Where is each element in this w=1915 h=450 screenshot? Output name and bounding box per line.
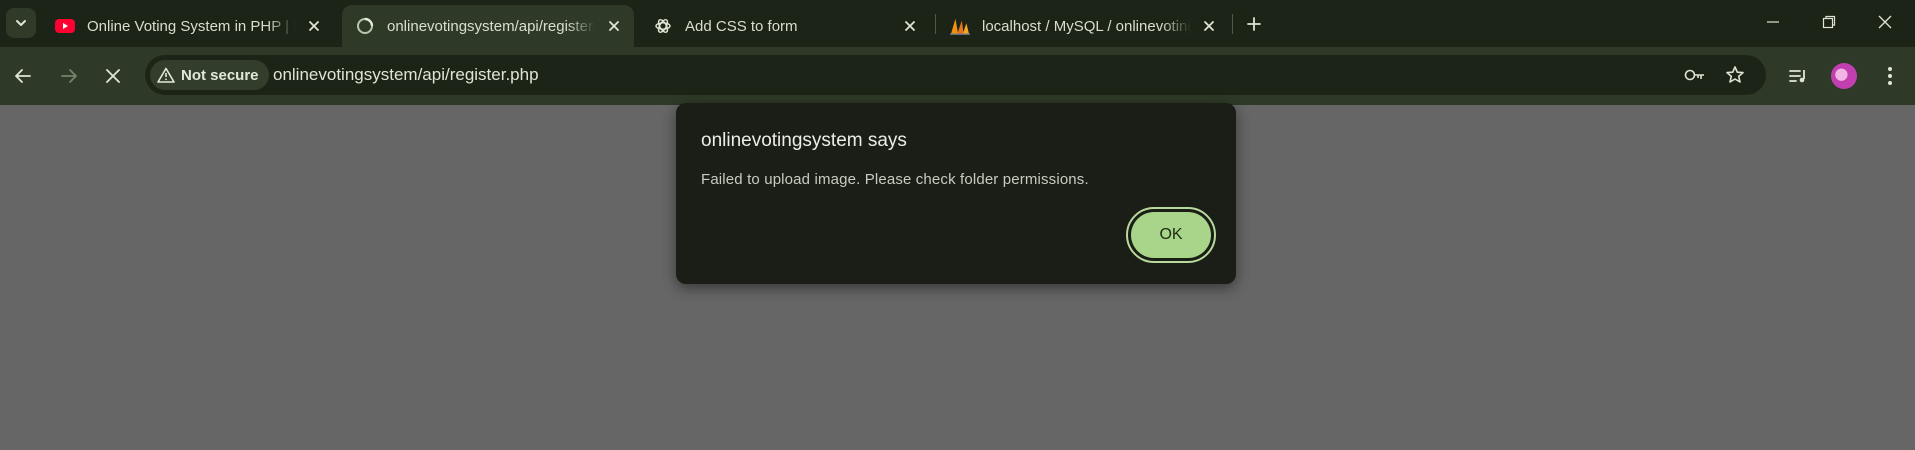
ok-button-focus-ring: OK bbox=[1126, 207, 1216, 263]
close-icon bbox=[106, 69, 120, 83]
restore-button[interactable] bbox=[1801, 0, 1857, 44]
menu-button[interactable] bbox=[1873, 59, 1907, 93]
bookmark-button[interactable] bbox=[1721, 61, 1749, 89]
tab-search-button[interactable] bbox=[6, 8, 36, 38]
more-vert-icon bbox=[1888, 67, 1892, 85]
close-icon bbox=[609, 21, 619, 31]
tab-title: onlinevotingsystem/api/register.php bbox=[387, 17, 596, 35]
chevron-down-icon bbox=[16, 20, 26, 26]
forward-button[interactable] bbox=[52, 59, 86, 93]
minimize-button[interactable] bbox=[1745, 0, 1801, 44]
reading-list-button[interactable] bbox=[1781, 59, 1815, 93]
close-icon bbox=[1204, 21, 1214, 31]
address-bar[interactable]: Not secure onlinevotingsystem/api/regist… bbox=[145, 55, 1766, 95]
youtube-icon bbox=[55, 16, 75, 36]
minimize-icon bbox=[1767, 21, 1779, 23]
close-icon bbox=[905, 21, 915, 31]
security-label: Not secure bbox=[181, 66, 259, 84]
key-icon bbox=[1684, 69, 1704, 81]
site-info-button[interactable]: Not secure bbox=[150, 60, 269, 90]
arrow-left-icon bbox=[15, 69, 31, 83]
url-text[interactable]: onlinevotingsystem/api/register.php bbox=[273, 65, 539, 85]
media-queue-icon bbox=[1789, 70, 1805, 83]
tab-separator bbox=[935, 14, 936, 34]
dialog-title: onlinevotingsystem says bbox=[701, 130, 907, 151]
tab-title: Online Voting System in PHP | P bbox=[87, 17, 296, 35]
close-icon bbox=[309, 21, 319, 31]
phpmyadmin-icon bbox=[950, 16, 970, 36]
ok-button[interactable]: OK bbox=[1131, 212, 1211, 258]
alert-dialog: onlinevotingsystem says Failed to upload… bbox=[676, 103, 1236, 284]
tab-youtube[interactable]: Online Voting System in PHP | P bbox=[42, 5, 334, 47]
restore-icon bbox=[1822, 15, 1836, 29]
close-window-button[interactable] bbox=[1857, 0, 1913, 44]
loading-icon bbox=[355, 16, 375, 36]
tab-phpmyadmin[interactable]: localhost / MySQL / onlinevoting bbox=[937, 5, 1229, 47]
new-tab-button[interactable] bbox=[1240, 10, 1268, 38]
tab-chatgpt[interactable]: Add CSS to form bbox=[640, 5, 930, 47]
browser-toolbar: Not secure onlinevotingsystem/api/regist… bbox=[0, 47, 1915, 105]
stop-loading-button[interactable] bbox=[96, 59, 130, 93]
tab-title: localhost / MySQL / onlinevoting bbox=[982, 17, 1191, 35]
tab-register-php[interactable]: onlinevotingsystem/api/register.php bbox=[342, 5, 634, 47]
back-button[interactable] bbox=[6, 59, 40, 93]
warning-icon bbox=[157, 67, 175, 83]
star-icon bbox=[1726, 66, 1744, 83]
tab-title: Add CSS to form bbox=[685, 17, 798, 35]
tab-strip: Online Voting System in PHP | P onlinevo… bbox=[0, 0, 1915, 47]
dialog-message: Failed to upload image. Please check fol… bbox=[701, 171, 1089, 188]
tab-separator bbox=[1232, 14, 1233, 34]
password-manager-button[interactable] bbox=[1681, 61, 1709, 89]
close-tab-button[interactable] bbox=[898, 14, 922, 38]
close-icon bbox=[1878, 15, 1892, 29]
close-tab-button[interactable] bbox=[602, 14, 626, 38]
profile-avatar[interactable] bbox=[1831, 63, 1857, 89]
chatgpt-icon bbox=[653, 16, 673, 36]
close-tab-button[interactable] bbox=[1197, 14, 1221, 38]
close-tab-button[interactable] bbox=[302, 14, 326, 38]
plus-icon bbox=[1247, 17, 1261, 31]
arrow-right-icon bbox=[61, 69, 77, 83]
